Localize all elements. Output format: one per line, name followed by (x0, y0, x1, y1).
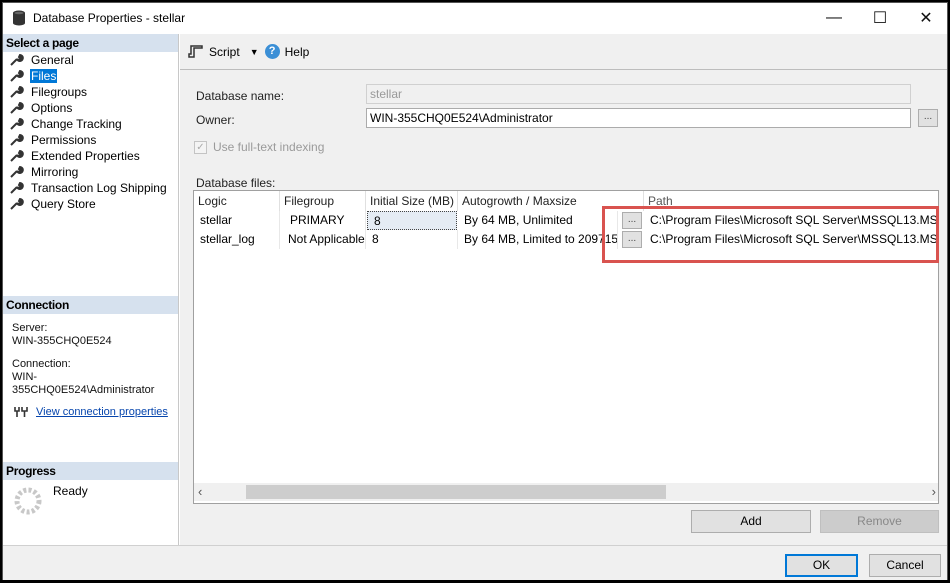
remove-button[interactable]: Remove (820, 510, 939, 533)
cell-filegroup[interactable]: Not Applicable (280, 230, 366, 249)
dialog-footer: OK Cancel (3, 545, 947, 580)
page-item-label: Extended Properties (31, 149, 140, 163)
help-icon: ? (264, 44, 280, 59)
wrench-icon (10, 86, 24, 98)
fulltext-option[interactable]: ✓ Use full-text indexing (194, 140, 324, 154)
cell-autogrowth[interactable]: By 64 MB, Limited to 209715... (458, 230, 618, 249)
page-item-transaction-log-shipping[interactable]: Transaction Log Shipping (3, 180, 178, 196)
main-panel: Script ▼ ? Help Database name: stellar O… (180, 34, 947, 545)
title-bar: Database Properties - stellar — ☐ ✕ (3, 3, 947, 33)
page-item-label: Options (31, 101, 73, 115)
fulltext-checkbox[interactable]: ✓ (194, 140, 207, 154)
database-files-label: Database files: (196, 176, 276, 190)
cell-autogrowth[interactable]: By 64 MB, Unlimited (458, 211, 618, 230)
wrench-icon (10, 166, 24, 178)
page-item-label: Transaction Log Shipping (31, 181, 167, 195)
cell-path[interactable]: C:\Program Files\Microsoft SQL Server\MS… (644, 230, 938, 249)
progress-section: Progress Ready (3, 462, 178, 520)
server-value: WIN-355CHQ0E524 (12, 335, 112, 347)
scrollbar-thumb[interactable] (246, 485, 666, 499)
wrench-icon (10, 182, 24, 194)
column-header-autogrowth[interactable]: Autogrowth / Maxsize (458, 191, 644, 211)
page-item-label: Permissions (31, 133, 97, 147)
cancel-button[interactable]: Cancel (869, 554, 941, 577)
progress-status: Ready (53, 484, 88, 498)
script-label: Script (209, 44, 240, 59)
page-item-label: General (31, 53, 74, 67)
column-header-initial-size[interactable]: Initial Size (MB) (366, 191, 458, 211)
page-item-label: Mirroring (31, 165, 79, 179)
server-label: Server: (12, 322, 48, 334)
help-button[interactable]: ? Help (264, 44, 310, 59)
wrench-icon (10, 102, 24, 114)
cell-filegroup[interactable]: PRIMARY (280, 211, 366, 230)
wrench-icon (10, 54, 24, 66)
progress-spinner-icon (14, 487, 42, 515)
page-item-label: Files (30, 69, 58, 83)
connection-value: WIN-355CHQ0E524\Administrator (12, 371, 155, 396)
page-item-query-store[interactable]: Query Store (3, 196, 178, 212)
cell-logical[interactable]: stellar (194, 211, 280, 230)
connection-header: Connection (3, 296, 178, 314)
page-item-permissions[interactable]: Permissions (3, 132, 178, 148)
connection-label: Connection: (12, 358, 71, 370)
help-label: Help (284, 44, 310, 59)
page-item-mirroring[interactable]: Mirroring (3, 164, 178, 180)
fulltext-label: Use full-text indexing (213, 140, 325, 154)
database-name-field: stellar (366, 84, 911, 104)
view-connection-properties-link[interactable]: View connection properties (36, 406, 168, 418)
cell-logical[interactable]: stellar_log (194, 230, 280, 249)
page-item-label: Change Tracking (31, 117, 122, 131)
autogrowth-browse-button[interactable]: ... (622, 212, 642, 229)
window-title: Database Properties - stellar (33, 11, 186, 25)
page-item-label: Query Store (31, 197, 96, 211)
script-icon (188, 44, 203, 58)
ok-button[interactable]: OK (785, 554, 858, 577)
page-item-label: Filegroups (31, 85, 88, 99)
wrench-icon (10, 134, 24, 146)
column-header-path[interactable]: Path (644, 191, 938, 211)
wrench-icon (10, 118, 24, 130)
page-item-options[interactable]: Options (3, 100, 178, 116)
cell-initial-size[interactable]: 8 (367, 211, 457, 230)
database-name-label: Database name: (196, 89, 285, 103)
autogrowth-browse-button[interactable]: ... (622, 231, 642, 248)
minimize-button[interactable]: — (811, 3, 857, 33)
script-button[interactable]: Script ▼ (188, 45, 259, 59)
column-header-filegroup[interactable]: Filegroup (280, 191, 366, 211)
database-icon (13, 10, 25, 26)
cell-initial-size[interactable]: 8 (366, 230, 458, 249)
owner-field[interactable]: WIN-355CHQ0E524\Administrator (366, 108, 911, 128)
progress-header: Progress (3, 462, 178, 480)
scroll-left-icon[interactable]: ‹ (198, 484, 202, 499)
select-page-header: Select a page (3, 34, 178, 52)
add-button[interactable]: Add (691, 510, 811, 533)
wrench-icon (10, 70, 24, 82)
column-header-logical[interactable]: Logic (194, 191, 280, 211)
toolbar: Script ▼ ? Help (180, 34, 947, 70)
close-button[interactable]: ✕ (903, 3, 949, 33)
database-properties-dialog: Database Properties - stellar — ☐ ✕ Sele… (2, 2, 948, 580)
scroll-right-icon[interactable]: › (932, 484, 936, 499)
page-item-filegroups[interactable]: Filegroups (3, 84, 178, 100)
cell-path[interactable]: C:\Program Files\Microsoft SQL Server\MS… (644, 211, 938, 230)
page-list: General Files Filegroups Options Change Trac… (3, 52, 178, 212)
wrench-icon (10, 198, 24, 210)
owner-label: Owner: (196, 113, 235, 127)
wrench-icon (10, 150, 24, 162)
connection-section: Connection Server: WIN-355CHQ0E524 Conne… (3, 296, 178, 418)
script-dropdown-icon[interactable]: ▼ (250, 47, 259, 57)
connection-plug-icon (14, 407, 28, 417)
database-files-grid: Logic Filegroup Initial Size (MB) Autogr… (193, 190, 939, 504)
page-item-change-tracking[interactable]: Change Tracking (3, 116, 178, 132)
owner-browse-button[interactable]: ... (918, 109, 938, 127)
page-item-general[interactable]: General (3, 52, 178, 68)
maximize-button[interactable]: ☐ (857, 3, 903, 33)
page-item-extended-properties[interactable]: Extended Properties (3, 148, 178, 164)
page-item-files[interactable]: Files (3, 68, 178, 84)
horizontal-scrollbar[interactable]: ‹ › (194, 483, 938, 501)
left-panel: Select a page General Files Filegroups Opti… (3, 34, 179, 545)
